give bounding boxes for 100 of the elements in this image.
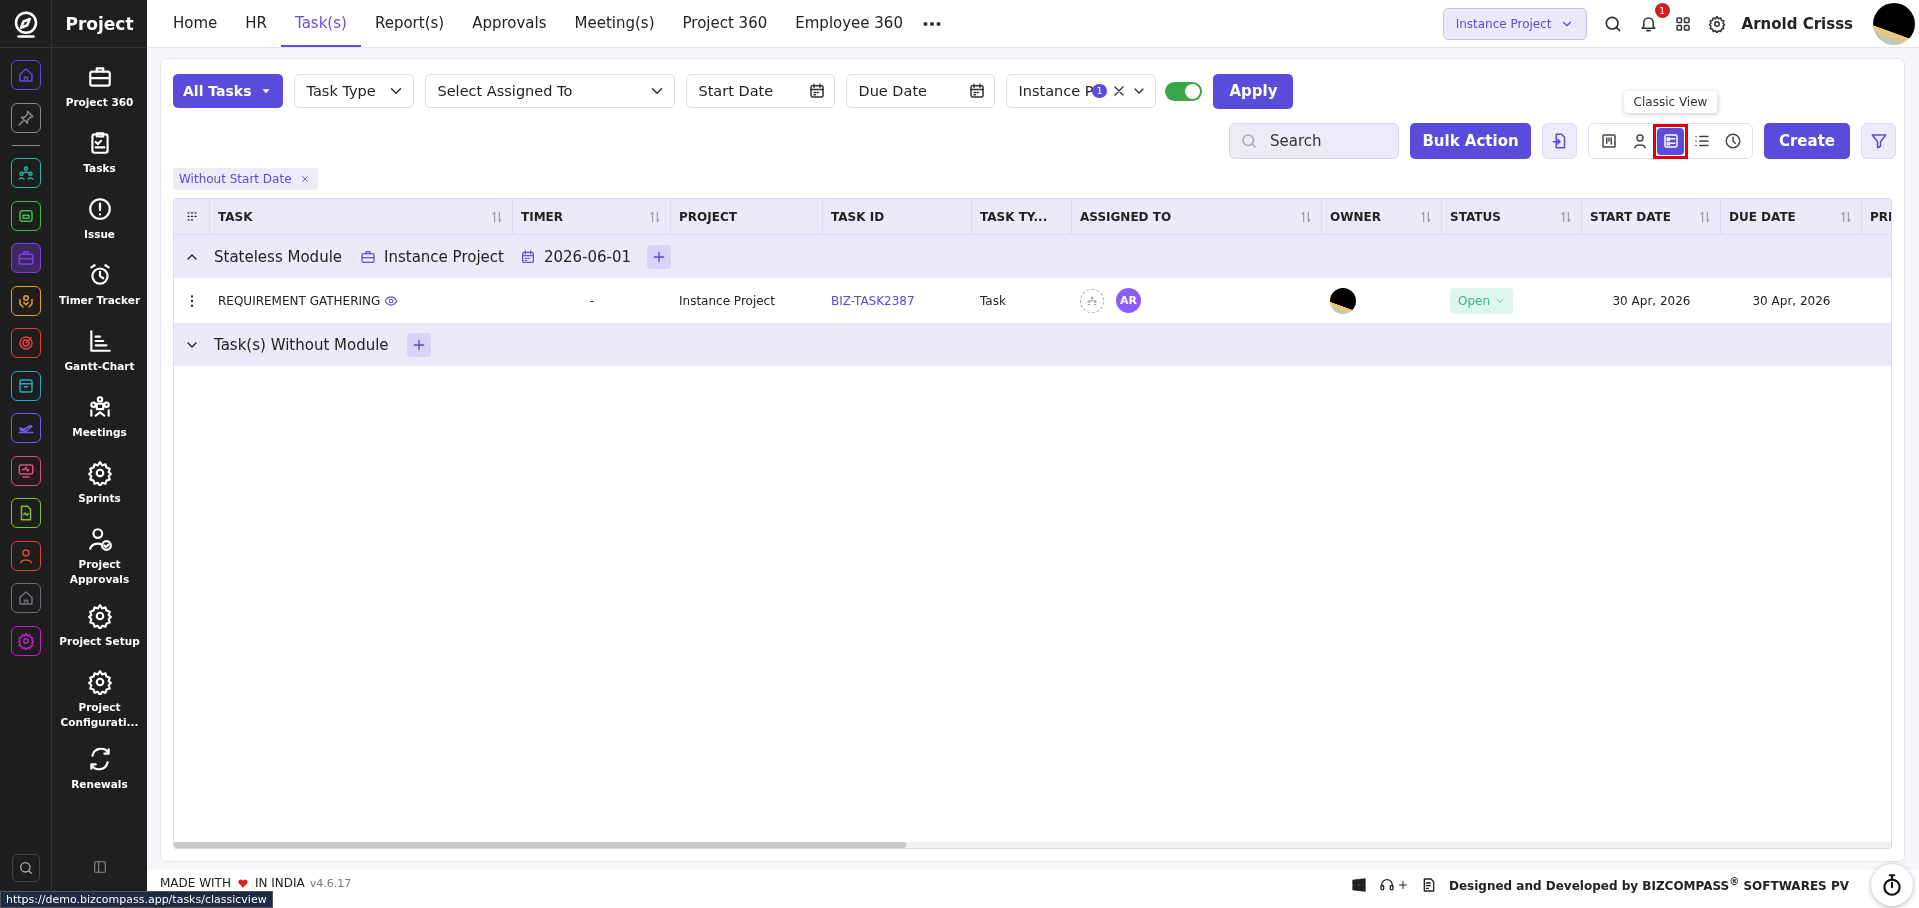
sidebar-item[interactable]: Sprints [54,460,145,510]
home-icon [16,66,35,84]
sidebar-item[interactable]: Project Approvals [54,526,145,587]
credit-text: Designed and Developed by BIZCOMPASS$^{®}$ SOFTWARES PV [1448,876,1849,893]
footer-text: IN INDIA [254,876,305,890]
bell-icon [1638,14,1658,33]
app-button[interactable] [10,540,41,571]
bulk-action-button[interactable]: Bulk Action [1410,123,1531,159]
owner-avatar [1330,287,1356,314]
app-button[interactable] [10,370,41,401]
clock-icon [1723,132,1742,150]
apps-icon[interactable] [1673,14,1692,33]
all-tasks-button[interactable]: All Tasks [173,74,284,108]
search-icon [1240,132,1258,150]
more-icon [922,20,941,27]
app-button[interactable] [10,583,41,613]
filter-button[interactable] [1861,123,1896,159]
grid-icon[interactable] [184,209,199,224]
alert-icon [86,196,113,222]
sidebar-item[interactable]: Renewals [54,746,145,796]
settings-icon[interactable] [1707,14,1726,33]
sidebar-item[interactable]: Timer Tracker [54,262,145,312]
sidebar-item[interactable]: Project Setup [54,603,145,653]
people-icon [1086,294,1098,307]
windows-icon[interactable] [1350,876,1367,893]
nav-tab[interactable]: Project 360 [668,0,782,47]
table-cell: 30 Apr, 2026 [1752,293,1831,308]
project-dropdown[interactable]: Instance Project [1442,7,1587,40]
due-date-field[interactable]: Due Date [846,74,996,108]
app-button[interactable] [10,413,41,443]
app-button[interactable] [10,498,41,528]
app-button[interactable] [10,285,41,316]
task-id-link[interactable]: BIZ-TASK2387 [831,293,915,308]
app-button[interactable] [10,200,41,231]
notification-badge: 1 [1654,3,1670,18]
eye-icon[interactable] [384,293,399,308]
column-header: TASK ID [831,209,885,224]
column-header: DUE DATE [1729,209,1796,224]
sidebar-item[interactable]: Gantt-Chart [54,328,145,378]
sidebar-item[interactable]: Project Configurati... [54,669,145,730]
nav-tab[interactable]: Meeting(s) [560,0,669,47]
status-url: https://demo.bizcompass.app/tasks/classicview [0,891,273,908]
column-header: TIMER [521,209,564,224]
toggle-switch[interactable] [1165,81,1203,101]
nav-tab[interactable]: HR [231,0,281,47]
app-button[interactable] [10,158,41,188]
nav-tab[interactable]: Task(s) [281,0,361,47]
search-button[interactable] [11,854,40,882]
filter-icon [1869,132,1888,150]
sidebar-item[interactable]: Project 360 [54,64,145,114]
support-button[interactable] [1378,876,1409,893]
tooltip: Classic View [1623,90,1718,113]
nav-tab[interactable]: Home [159,0,232,47]
app-button[interactable] [10,328,41,358]
column-header: TASK TY... [980,209,1048,224]
create-button[interactable]: Create [1764,123,1850,159]
table-cell: - [589,293,595,308]
notifications-button[interactable] [1638,14,1658,33]
search-icon [17,860,34,876]
app-button[interactable] [10,455,41,486]
add-button[interactable] [647,244,672,269]
home-icon [16,589,35,607]
sidebar-item[interactable]: Issue [54,196,145,246]
nav-tab[interactable]: Report(s) [360,0,459,47]
task-type-dropdown[interactable]: Task Type [294,74,415,108]
export-button[interactable] [1542,123,1577,159]
module-name: Stateless Module [214,247,343,266]
project-select[interactable]: Instance P 1 [1006,74,1157,108]
module-date: 2026-06-01 [543,247,632,266]
user-name[interactable]: Arnold Crisss [1741,14,1853,33]
search-field[interactable]: Search [1229,123,1399,159]
module-name: Task(s) Without Module [214,335,389,354]
nav-tab[interactable]: Approvals [458,0,561,47]
board-icon [1599,132,1618,150]
gear-icon [16,631,35,650]
assigned-to-dropdown[interactable]: Select Assigned To [425,74,676,108]
table-cell: Instance Project [679,293,775,308]
table-cell: 30 Apr, 2026 [1612,293,1691,308]
people-icon [16,164,35,182]
task-name[interactable]: REQUIREMENT GATHERING [218,293,381,308]
column-header: ASSIGNED TO [1080,209,1172,224]
briefcase-icon [86,64,113,90]
app-button[interactable] [10,625,41,656]
sidebar-item[interactable]: Tasks [54,130,145,180]
start-date-field[interactable]: Start Date [686,74,836,108]
panel-icon[interactable] [91,859,108,875]
nav-tab[interactable]: Employee 360 [781,0,917,47]
apply-button[interactable]: Apply [1213,73,1294,109]
column-header: TASK [218,209,253,224]
column-header: OWNER [1330,209,1381,224]
add-button[interactable] [406,332,431,357]
app-button[interactable] [10,102,41,133]
close-icon[interactable] [299,174,310,184]
calendar-icon [519,248,536,265]
scrollbar[interactable] [174,842,906,848]
headset-icon [1378,876,1395,893]
user-avatar[interactable] [1873,2,1915,45]
calendar-icon [968,82,987,100]
sidebar-item[interactable]: Meetings [54,394,145,444]
pin-icon [16,108,35,127]
